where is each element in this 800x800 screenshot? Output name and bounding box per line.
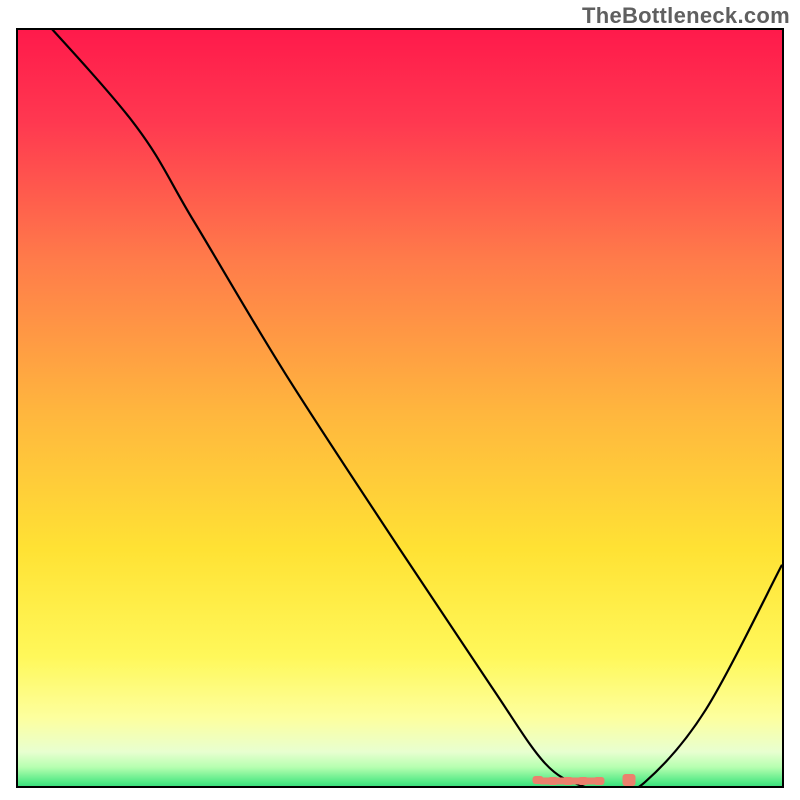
optimal-marker-bar [538, 777, 598, 784]
bottleneck-chart [16, 28, 784, 788]
optimal-marker [623, 774, 636, 786]
bottleneck-curve [18, 30, 782, 788]
watermark-text: TheBottleneck.com [582, 3, 790, 29]
